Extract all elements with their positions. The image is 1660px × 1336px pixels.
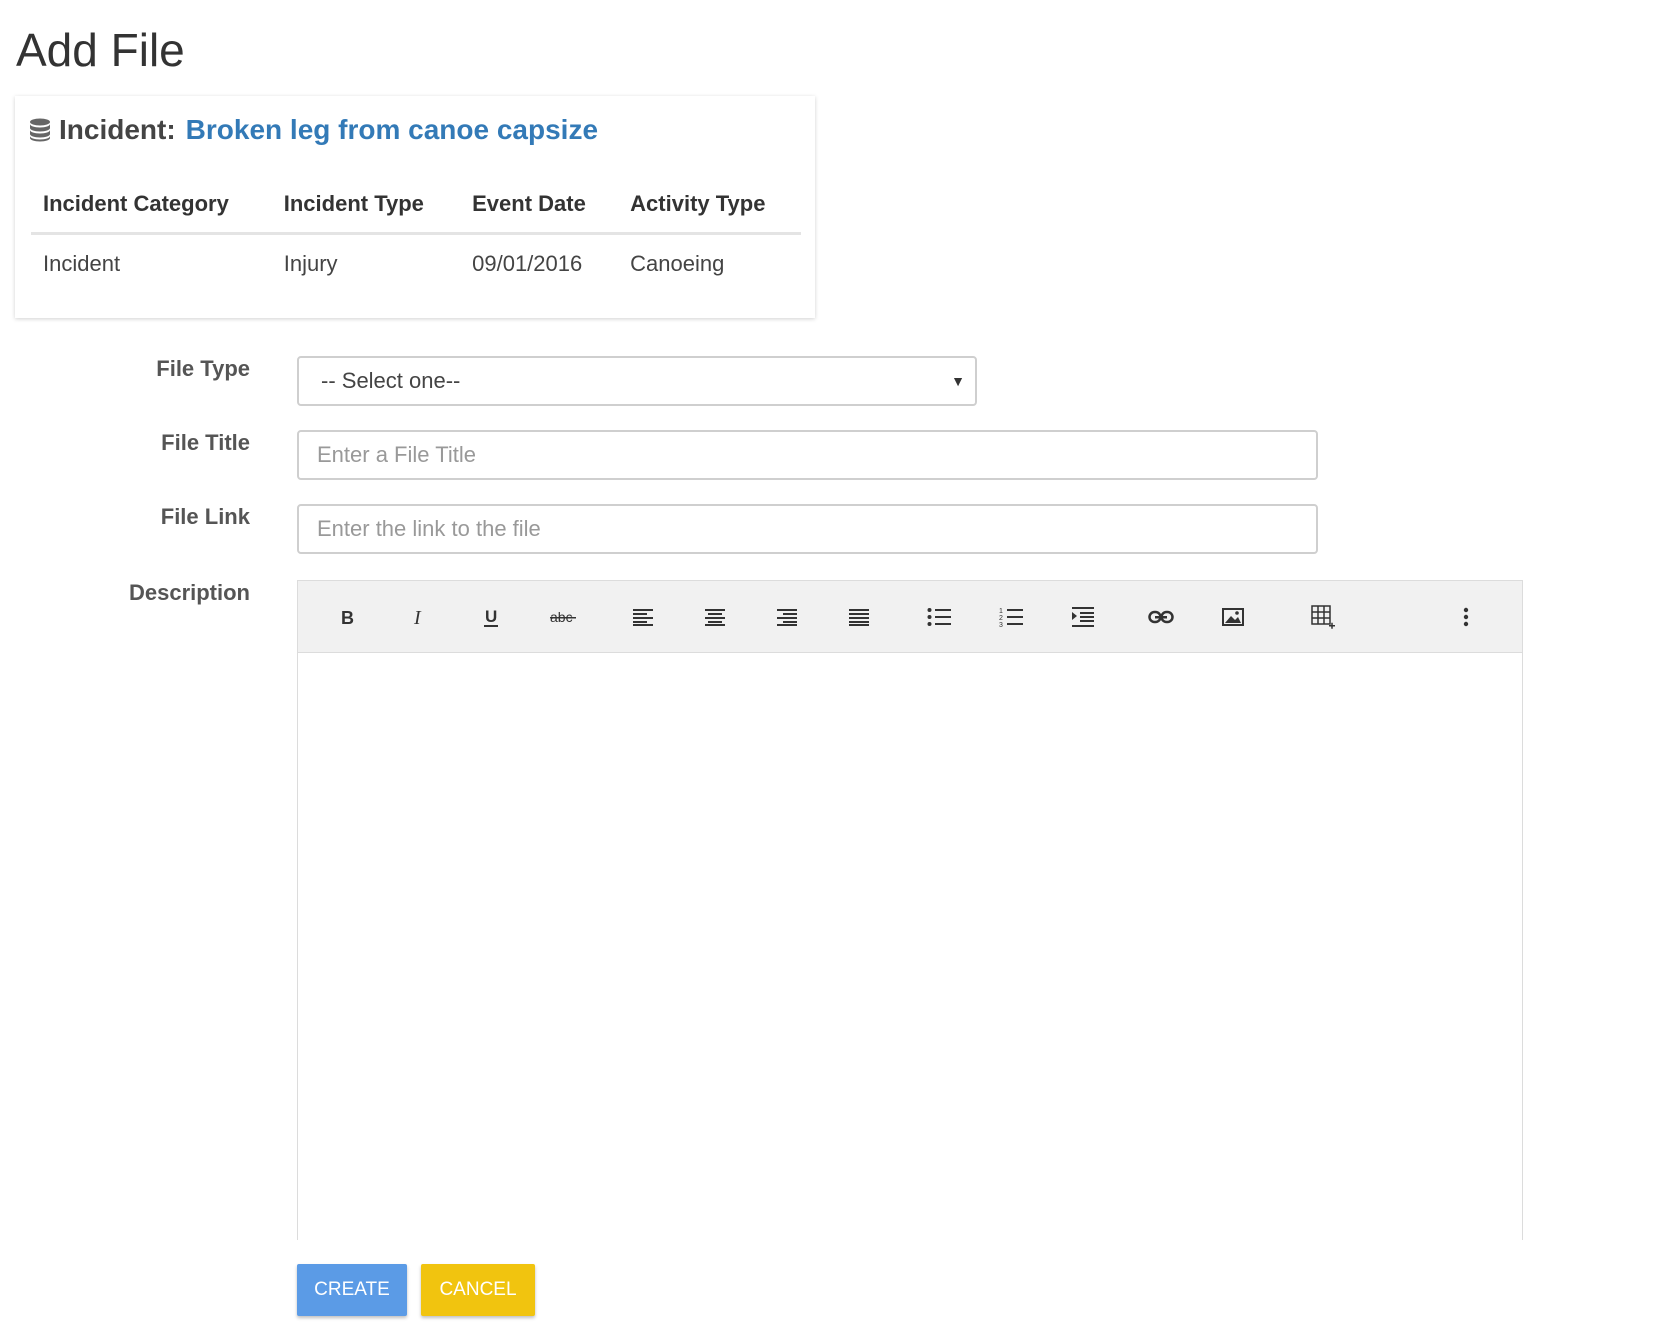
database-icon: [29, 118, 51, 142]
svg-text:1: 1: [999, 608, 1003, 615]
incident-prefix: Incident:: [59, 114, 176, 145]
strikethrough-icon[interactable]: abc: [545, 599, 581, 635]
indent-icon[interactable]: [1065, 599, 1101, 635]
file-type-label: File Type: [156, 356, 250, 381]
editor-toolbar: B I U abc 123: [298, 581, 1522, 653]
page-title: Add File: [16, 24, 185, 76]
column-header: Activity Type: [618, 188, 801, 235]
file-title-label: File Title: [161, 430, 250, 455]
create-button[interactable]: CREATE: [297, 1264, 407, 1316]
activity-type-cell: Canoeing: [630, 251, 725, 276]
svg-text:2: 2: [999, 615, 1003, 622]
incident-summary-card: Incident: Broken leg from canoe capsize …: [15, 96, 815, 318]
file-type-selected-value: -- Select one--: [321, 368, 461, 393]
file-link-input[interactable]: [297, 504, 1318, 554]
description-label: Description: [128, 580, 250, 605]
table-icon[interactable]: [1305, 599, 1341, 635]
file-link-label: File Link: [160, 504, 250, 529]
file-type-select[interactable]: -- Select one-- ▼: [297, 356, 977, 406]
table-row: Incident Injury 09/01/2016 Canoeing: [31, 234, 801, 278]
column-header: Incident Category: [31, 188, 272, 235]
bold-icon[interactable]: B: [329, 599, 365, 635]
bullet-list-icon[interactable]: [921, 599, 957, 635]
incident-heading: Incident: Broken leg from canoe capsize: [29, 114, 598, 146]
more-icon[interactable]: [1448, 599, 1484, 635]
file-title-input[interactable]: [297, 430, 1318, 480]
italic-icon[interactable]: I: [401, 599, 437, 635]
chevron-down-icon: ▼: [951, 373, 965, 389]
incident-category-cell: Incident: [43, 251, 121, 276]
svg-text:3: 3: [999, 622, 1003, 627]
link-icon[interactable]: [1143, 599, 1179, 635]
image-icon[interactable]: [1215, 599, 1251, 635]
svg-text:I: I: [413, 607, 422, 627]
description-editor-body[interactable]: [298, 653, 1522, 1241]
description-editor: B I U abc 123: [297, 580, 1523, 1241]
event-date-cell: 09/01/2016: [472, 251, 583, 276]
svg-text:U: U: [485, 607, 497, 626]
incident-title-link[interactable]: Broken leg from canoe capsize: [186, 114, 598, 146]
align-center-icon[interactable]: [697, 599, 733, 635]
incident-type-cell: Injury: [283, 251, 338, 276]
incident-details-table: Incident Category Incident Type Event Da…: [31, 188, 801, 277]
align-justify-icon[interactable]: [841, 599, 877, 635]
numbered-list-icon[interactable]: 123: [993, 599, 1029, 635]
underline-icon[interactable]: U: [473, 599, 509, 635]
column-header: Incident Type: [271, 188, 461, 235]
column-header: Event Date: [460, 188, 619, 235]
align-left-icon[interactable]: [625, 599, 661, 635]
cancel-button[interactable]: CANCEL: [421, 1264, 535, 1316]
svg-text:B: B: [341, 608, 354, 627]
align-right-icon[interactable]: [769, 599, 805, 635]
table-header-row: Incident Category Incident Type Event Da…: [31, 188, 801, 235]
